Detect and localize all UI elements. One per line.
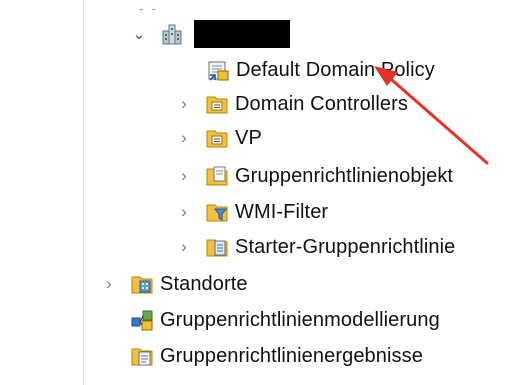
starter-gpo-folder-icon	[206, 239, 228, 257]
ou-folder-icon	[206, 96, 228, 114]
tree-item-label: Domain Controllers	[235, 93, 408, 115]
wmi-filter-folder-icon	[206, 204, 228, 222]
ou-folder-icon	[206, 130, 228, 148]
tree-left-border	[83, 0, 84, 385]
tree-item-gp-modeling[interactable]: Gruppenrichtlinienmodellierung	[130, 305, 440, 335]
tree-item-wmi-filter[interactable]: › WMI-Filter	[175, 197, 328, 227]
tree-item-label: Gruppenrichtlinienergebnisse	[160, 345, 423, 367]
tree-item-gpo-container[interactable]: › Gruppenrichtlinienobjekt	[175, 161, 453, 191]
chevron-right-icon[interactable]: ›	[175, 127, 193, 149]
tree-item-default-domain-policy[interactable]: Default Domain Policy	[206, 55, 435, 85]
tree-item-label: WMI-Filter	[235, 201, 329, 223]
tree-item-starter-gpos[interactable]: › Starter-Gruppenrichtlinie	[175, 232, 455, 262]
tree-item-label: Default Domain Policy	[236, 59, 435, 81]
redacted-domain-name	[194, 20, 290, 48]
policy-link-icon	[208, 61, 229, 81]
gpo-folder-icon	[206, 166, 228, 186]
tree-item-vp[interactable]: › VP	[175, 123, 262, 153]
chevron-right-icon[interactable]: ›	[175, 236, 193, 258]
tree-item-standorte[interactable]: › Standorte	[100, 269, 248, 299]
chevron-right-icon[interactable]: ›	[100, 273, 118, 295]
tree-item-label: VP	[235, 127, 262, 149]
tree-item-label: Standorte	[160, 273, 248, 295]
chevron-right-icon[interactable]: ›	[175, 201, 193, 223]
sites-icon	[131, 276, 153, 294]
chevron-right-icon[interactable]: ›	[175, 165, 193, 187]
tree-item-domain-controllers[interactable]: › Domain Controllers	[175, 89, 408, 119]
modeling-icon	[131, 310, 153, 331]
chevron-down-icon[interactable]: ⌄	[130, 23, 148, 45]
tree-item-label: Starter-Gruppenrichtlinie	[235, 236, 456, 258]
tree-item-label: Gruppenrichtlinienmodellierung	[160, 309, 440, 331]
tree-item-label: Gruppenrichtlinienobjekt	[235, 165, 454, 187]
tree-item-gp-results[interactable]: Gruppenrichtlinienergebnisse	[130, 341, 423, 371]
scrolled-off-connector: - -	[139, 0, 159, 16]
domain-icon	[162, 24, 182, 45]
tree-item-domain[interactable]: ⌄	[130, 19, 290, 49]
chevron-right-icon[interactable]: ›	[175, 93, 193, 115]
results-icon	[131, 348, 153, 366]
